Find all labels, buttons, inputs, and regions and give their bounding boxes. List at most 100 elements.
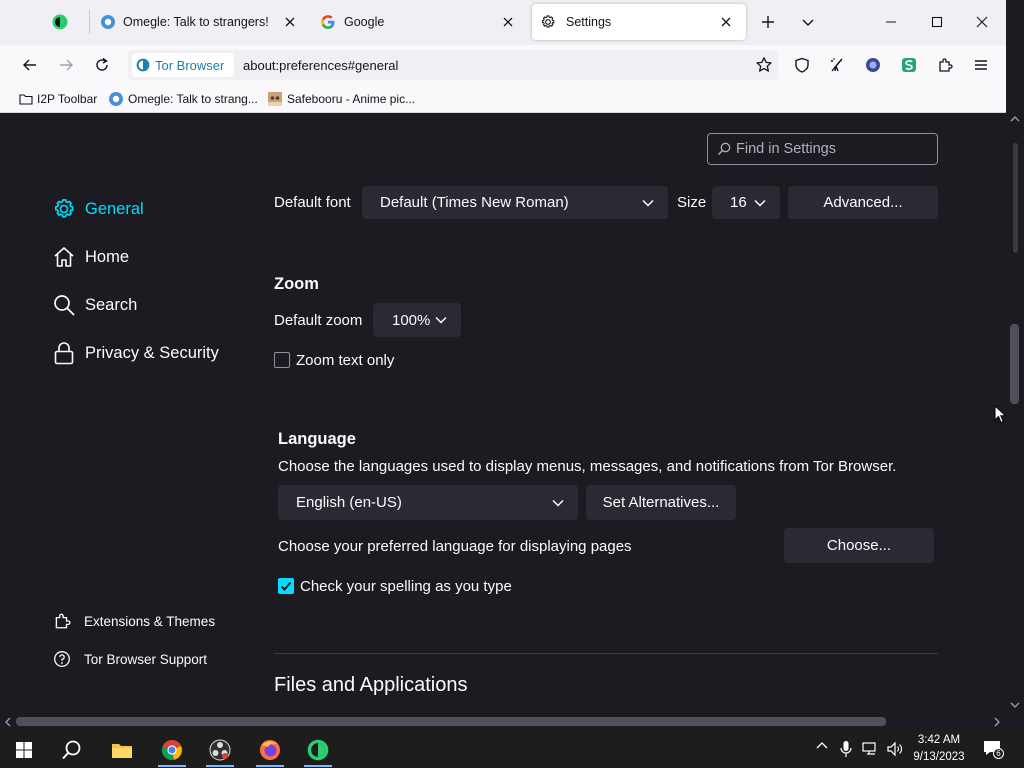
extensions-button[interactable] <box>931 51 959 79</box>
bookmark-folder-i2p[interactable]: I2P Toolbar <box>19 90 97 108</box>
google-favicon-icon <box>320 14 336 30</box>
taskbar-file-explorer[interactable] <box>102 733 142 767</box>
maximize-button[interactable] <box>923 8 951 36</box>
page-language-label: Choose your preferred language for displ… <box>278 538 632 555</box>
security-level-button[interactable] <box>788 51 816 79</box>
obs-icon <box>209 739 231 761</box>
close-tab-icon[interactable] <box>282 14 298 30</box>
puzzle-icon <box>937 57 953 73</box>
network-icon[interactable] <box>862 741 880 757</box>
s-extension-button[interactable] <box>895 51 923 79</box>
safebooru-favicon-icon <box>267 91 283 107</box>
vertical-scrollbar[interactable] <box>994 113 1024 713</box>
tab-title: Google <box>344 15 385 29</box>
tab-settings[interactable]: Settings <box>532 4 746 40</box>
gear-icon <box>52 197 76 221</box>
scroll-up-icon[interactable] <box>1010 115 1020 123</box>
taskbar-chrome[interactable] <box>152 733 192 767</box>
close-icon <box>976 16 988 28</box>
start-button[interactable] <box>4 733 44 767</box>
category-search[interactable]: Search <box>52 290 137 320</box>
url-text[interactable]: about:preferences#general <box>243 58 398 73</box>
minimize-button[interactable] <box>877 8 905 36</box>
new-identity-button[interactable] <box>823 51 851 79</box>
tab-omegle[interactable]: Omegle: Talk to strangers! <box>100 0 310 44</box>
search-icon <box>61 739 83 761</box>
category-general[interactable]: General <box>52 194 144 224</box>
search-icon <box>52 293 76 317</box>
bookmark-safebooru[interactable]: Safebooru - Anime pic... <box>267 90 415 108</box>
scroll-right-icon[interactable] <box>993 717 1001 727</box>
spell-check-checkbox[interactable] <box>278 578 294 594</box>
chrome-icon <box>161 739 183 761</box>
i2p-extension-button[interactable] <box>859 51 887 79</box>
scroll-left-icon[interactable] <box>4 717 12 727</box>
microphone-icon[interactable] <box>839 740 853 758</box>
close-tab-icon[interactable] <box>718 14 734 30</box>
zoom-text-only-label[interactable]: Zoom text only <box>296 352 394 369</box>
taskbar-tor-browser[interactable] <box>298 733 338 767</box>
find-in-settings-input[interactable]: Find in Settings <box>707 133 938 165</box>
url-bar[interactable]: Tor Browser about:preferences#general <box>128 50 778 80</box>
set-alternatives-button[interactable]: Set Alternatives... <box>586 485 736 520</box>
find-placeholder: Find in Settings <box>736 141 836 157</box>
default-zoom-dropdown[interactable]: 100% <box>373 303 461 337</box>
scroll-track-highlight <box>1013 143 1018 253</box>
footer-label: Extensions & Themes <box>84 613 216 629</box>
app-menu-button[interactable] <box>967 51 995 79</box>
bookmark-omegle[interactable]: Omegle: Talk to strang... <box>108 90 258 108</box>
speaker-icon[interactable] <box>886 740 904 758</box>
reload-button[interactable] <box>88 51 116 79</box>
taskbar-firefox[interactable] <box>250 733 290 767</box>
bookmark-label: Safebooru - Anime pic... <box>287 92 416 106</box>
close-tab-icon[interactable] <box>500 14 516 30</box>
new-tab-button[interactable] <box>754 8 782 36</box>
forward-button[interactable] <box>52 51 80 79</box>
zoom-text-only-checkbox[interactable] <box>274 352 290 368</box>
scroll-down-icon[interactable] <box>1010 701 1020 709</box>
language-dropdown[interactable]: English (en-US) <box>278 485 578 520</box>
shield-icon <box>794 57 810 73</box>
dropdown-value: 100% <box>392 311 431 329</box>
taskbar-obs[interactable] <box>200 733 240 767</box>
tab-title: Settings <box>566 15 612 29</box>
close-window-button[interactable] <box>968 8 996 36</box>
font-size-dropdown[interactable]: 16 <box>712 186 780 219</box>
identity-box[interactable]: Tor Browser <box>132 53 234 77</box>
taskbar-search-button[interactable] <box>52 733 92 767</box>
extensions-themes-link[interactable]: Extensions & Themes <box>53 609 215 633</box>
horizontal-scrollbar[interactable] <box>0 713 1006 730</box>
tor-onion-icon <box>136 58 150 72</box>
category-privacy-security[interactable]: Privacy & Security <box>52 338 219 368</box>
tab-strip: Omegle: Talk to strangers! Google Settin… <box>0 0 1006 45</box>
chevron-down-icon <box>754 198 766 208</box>
bookmark-star-icon[interactable] <box>755 56 773 74</box>
advanced-fonts-button[interactable]: Advanced... <box>788 186 938 219</box>
choose-page-language-button[interactable]: Choose... <box>784 528 934 563</box>
default-font-dropdown[interactable]: Default (Times New Roman) <box>362 186 668 219</box>
taskbar-clock[interactable]: 3:42 AM 9/13/2023 <box>904 732 974 766</box>
omegle-favicon-icon <box>108 91 124 107</box>
tor-browser-support-link[interactable]: Tor Browser Support <box>53 647 207 671</box>
dropdown-value: 16 <box>730 194 747 211</box>
back-button[interactable] <box>16 51 44 79</box>
list-all-tabs-button[interactable] <box>794 8 822 36</box>
chevron-down-icon <box>642 198 654 208</box>
pinned-tab-tor[interactable] <box>52 0 80 44</box>
notification-center-button[interactable]: 6 <box>980 736 1006 762</box>
clock-time: 3:42 AM <box>917 734 961 746</box>
identity-label: Tor Browser <box>155 57 225 73</box>
gear-icon <box>540 14 556 30</box>
spell-check-label[interactable]: Check your spelling as you type <box>300 578 512 595</box>
home-icon <box>52 245 76 269</box>
s-extension-icon <box>901 57 917 73</box>
scroll-thumb[interactable] <box>1010 324 1019 404</box>
omegle-favicon-icon <box>100 14 116 30</box>
tab-google[interactable]: Google <box>320 0 528 44</box>
chevron-up-icon[interactable] <box>816 741 828 751</box>
minimize-icon <box>885 16 897 28</box>
scroll-thumb[interactable] <box>16 717 886 726</box>
zoom-heading: Zoom <box>274 275 319 293</box>
category-home[interactable]: Home <box>52 242 129 272</box>
search-icon <box>717 142 731 156</box>
